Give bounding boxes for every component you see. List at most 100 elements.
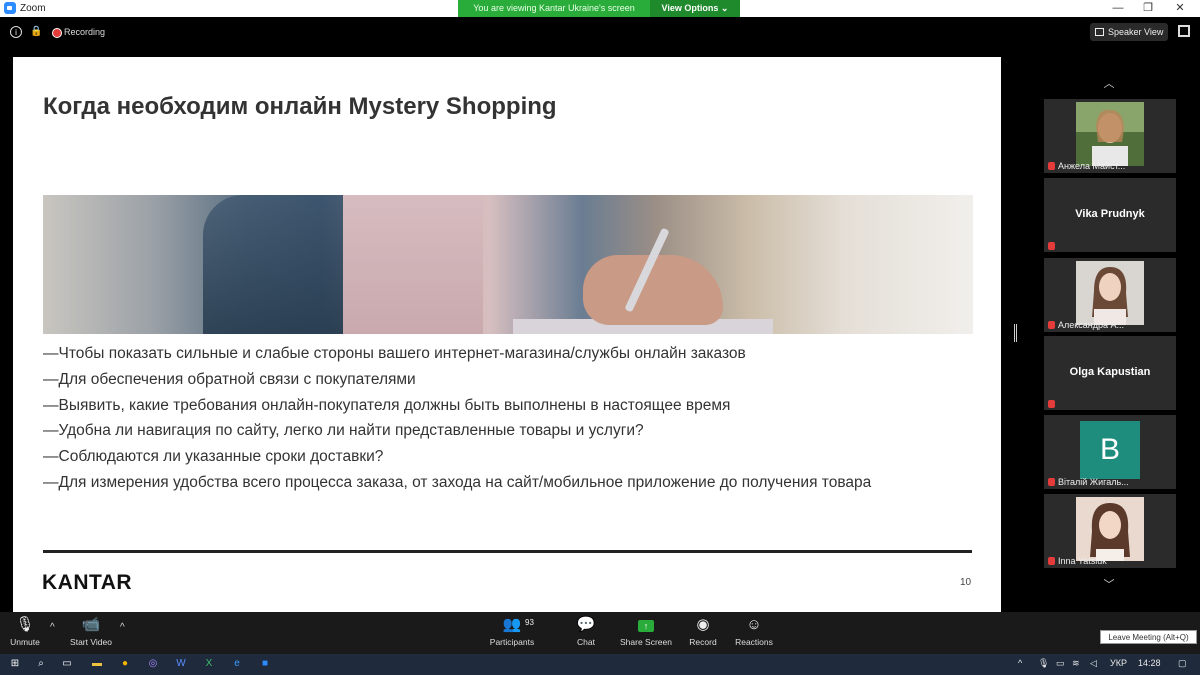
search-icon[interactable]: ⌕: [34, 657, 48, 671]
muted-mic-icon: [1048, 242, 1055, 250]
participants-count: 93: [525, 618, 534, 627]
chat-button[interactable]: 💬 Chat: [568, 612, 604, 654]
speaker-view-button[interactable]: Speaker View: [1090, 23, 1168, 41]
volume-icon[interactable]: ◁: [1090, 658, 1097, 669]
thumbnails-down-button[interactable]: ﹀: [1096, 578, 1122, 592]
slide-bullet-list: Чтобы показать сильные и слабые стороны …: [43, 341, 872, 496]
participant-label: [1048, 242, 1055, 250]
windows-taskbar: ⊞ ⌕ ▭ ▬ ● ◎ W X e ■ ^ 🎙 ▭ ≋ ◁ УКР 14:28 …: [0, 654, 1200, 675]
start-video-button[interactable]: 📹 Start Video: [64, 612, 118, 654]
reactions-icon: ☺: [746, 616, 762, 633]
participant-name: Vika Prudnyk: [1075, 208, 1145, 220]
view-options-button[interactable]: View Options ⌄: [650, 0, 740, 17]
start-video-label: Start Video: [70, 637, 112, 647]
fullscreen-icon[interactable]: [1178, 25, 1190, 37]
chrome-icon[interactable]: ●: [118, 657, 132, 671]
share-screen-button[interactable]: ↑ Share Screen: [616, 612, 676, 654]
participant-tile[interactable]: Inna Yatsiuk: [1044, 494, 1176, 568]
video-off-icon: 📹: [81, 616, 101, 633]
zoom-taskbar-icon[interactable]: ■: [258, 657, 272, 671]
participant-name: Olga Kapustian: [1069, 366, 1151, 378]
participant-label: Inna Yatsiuk: [1048, 556, 1107, 566]
edge-icon[interactable]: e: [230, 657, 244, 671]
participant-tile[interactable]: Анжела Майст...: [1044, 99, 1176, 173]
participant-tile[interactable]: Vika Prudnyk: [1044, 178, 1176, 252]
thumbnails-up-button[interactable]: ︿: [1096, 77, 1122, 91]
reactions-label: Reactions: [735, 637, 773, 647]
muted-mic-icon: [1048, 557, 1055, 565]
lock-icon[interactable]: 🔒: [30, 26, 42, 38]
slide-page-number: 10: [960, 577, 972, 588]
participants-label: Participants: [489, 637, 535, 647]
participant-name: Віталій Жигаль...: [1058, 477, 1129, 487]
recording-label: Recording: [64, 27, 106, 37]
record-button[interactable]: ◉ Record: [684, 612, 722, 654]
participant-video: [1076, 497, 1144, 561]
muted-mic-icon: [1048, 162, 1055, 170]
slide-bullet: Для измерения удобства всего процесса за…: [43, 470, 872, 496]
window-titlebar: Zoom You are viewing Kantar Ukraine's sc…: [0, 0, 1200, 17]
participant-tile[interactable]: Olga Kapustian: [1044, 336, 1176, 410]
viber-icon[interactable]: ◎: [146, 657, 160, 671]
shared-slide: Когда необходим онлайн Mystery Shopping …: [13, 57, 1001, 612]
battery-icon[interactable]: ▭: [1056, 658, 1065, 669]
slide-divider: [43, 550, 972, 553]
minimize-button[interactable]: —: [1104, 0, 1132, 17]
participant-avatar: B: [1080, 421, 1140, 479]
wifi-icon[interactable]: ≋: [1072, 658, 1080, 669]
keyboard-language[interactable]: УКР: [1110, 658, 1127, 668]
speaker-view-label: Speaker View: [1108, 27, 1164, 37]
slide-title: Когда необходим онлайн Mystery Shopping: [43, 93, 557, 120]
file-explorer-icon[interactable]: ▬: [90, 657, 104, 671]
muted-mic-icon: [1048, 321, 1055, 329]
participant-label: Анжела Майст...: [1048, 161, 1125, 171]
zoom-logo-icon: [4, 2, 16, 14]
participant-name: Александра А...: [1058, 320, 1125, 330]
share-screen-icon: ↑: [616, 612, 676, 636]
record-icon: ◉: [696, 616, 710, 633]
windows-start-icon[interactable]: ⊞: [8, 657, 22, 671]
slide-bullet: Удобна ли навигация по сайту, легко ли н…: [43, 418, 871, 444]
record-label: Record: [689, 637, 717, 647]
unmute-label: Unmute: [10, 637, 40, 647]
meeting-info-icon[interactable]: i: [10, 26, 22, 38]
photo-shirt: [343, 195, 483, 334]
muted-mic-icon: [1048, 400, 1055, 408]
audio-options-caret[interactable]: ^: [50, 622, 55, 633]
participant-video: [1076, 102, 1144, 166]
clock[interactable]: 14:28: [1138, 658, 1161, 668]
reactions-button[interactable]: ☺ Reactions: [730, 612, 778, 654]
slide-bullet: Чтобы показать сильные и слабые стороны …: [43, 341, 871, 367]
chat-bubble-icon: 💬: [576, 616, 596, 633]
notifications-icon[interactable]: ▢: [1178, 658, 1187, 669]
chat-label: Chat: [577, 637, 595, 647]
participant-tile[interactable]: Александра А...: [1044, 258, 1176, 332]
participant-label: [1048, 400, 1055, 408]
close-button[interactable]: ✕: [1166, 0, 1194, 17]
panel-resize-handle[interactable]: [1014, 324, 1017, 342]
participant-video: [1076, 261, 1144, 325]
video-options-caret[interactable]: ^: [120, 622, 125, 633]
tray-expand-icon[interactable]: ^: [1018, 658, 1022, 668]
task-view-icon[interactable]: ▭: [60, 657, 74, 671]
muted-mic-icon: [1048, 478, 1055, 486]
slide-bullet: Соблюдаются ли указанные сроки доставки?: [43, 444, 871, 470]
excel-icon[interactable]: X: [202, 657, 216, 671]
slide-bullet: Выявить, какие требования онлайн-покупат…: [43, 393, 871, 419]
participant-label: Александра А...: [1048, 320, 1124, 330]
participant-name: Inna Yatsiuk: [1058, 556, 1107, 566]
recording-icon: [50, 26, 62, 38]
meeting-infobar: i 🔒 Recording Speaker View: [0, 17, 1200, 47]
kantar-logo: KANTAR: [42, 571, 133, 594]
muted-microphone-icon: 🎙: [15, 616, 35, 633]
app-title: Zoom: [4, 2, 46, 14]
microphone-tray-icon[interactable]: 🎙: [1038, 658, 1049, 669]
meeting-toolbar: 🎙 Unmute ^ 📹 Start Video ^ 👥 Participant…: [0, 612, 1200, 654]
word-icon[interactable]: W: [174, 657, 188, 671]
unmute-button[interactable]: 🎙 Unmute: [4, 612, 46, 654]
participant-name: Анжела Майст...: [1058, 161, 1126, 171]
participant-label: Віталій Жигаль...: [1048, 477, 1129, 487]
share-screen-label: Share Screen: [620, 637, 672, 647]
participant-tile[interactable]: B Віталій Жигаль...: [1044, 415, 1176, 489]
maximize-button[interactable]: ❐: [1134, 0, 1162, 17]
